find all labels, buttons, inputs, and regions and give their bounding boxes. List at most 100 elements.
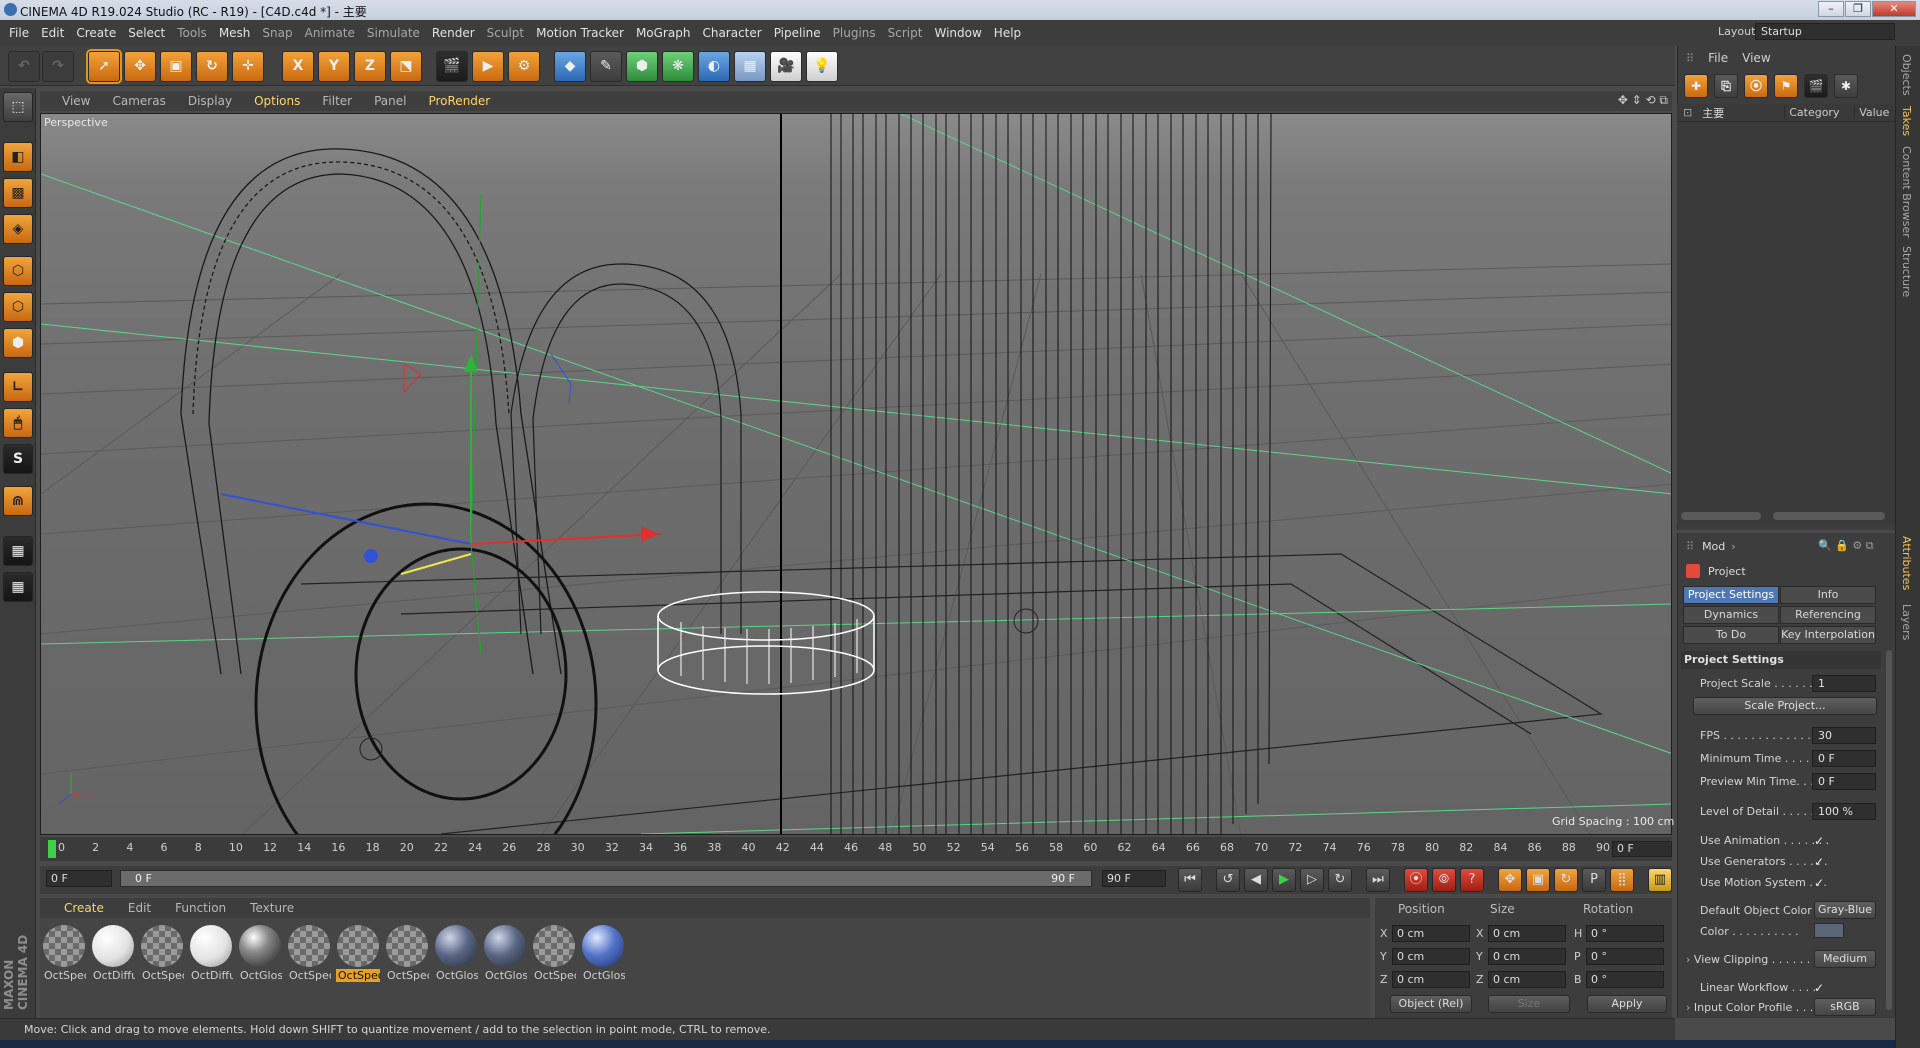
value-column-header[interactable]: Value (1854, 106, 1889, 119)
record-point-level-icon[interactable]: ⣿ (1610, 868, 1634, 892)
material-item[interactable]: OctSpec (140, 925, 184, 985)
coordinate-system-icon[interactable]: ⬔ (390, 51, 422, 82)
menu-motion-tracker[interactable]: Motion Tracker (536, 26, 624, 40)
planar-workplane-icon[interactable]: ▦ (3, 572, 33, 602)
viewport-menu-cameras[interactable]: Cameras (112, 94, 165, 108)
material-item[interactable]: OctGloss (581, 925, 625, 985)
material-item[interactable]: OctSpec (385, 925, 429, 985)
floor-icon[interactable]: ▦ (734, 51, 766, 82)
menu-tools[interactable]: Tools (177, 26, 207, 40)
layout-dropdown[interactable]: Startup (1755, 23, 1895, 40)
minimize-button[interactable]: – (1818, 1, 1844, 17)
menu-mesh[interactable]: Mesh (219, 26, 251, 40)
tab-referencing[interactable]: Referencing (1780, 606, 1876, 624)
material-item[interactable]: OctGloss (483, 925, 527, 985)
workplane-lock-icon[interactable]: ▦ (3, 536, 33, 566)
end-frame-field[interactable]: 90 F (1102, 870, 1166, 887)
tab-dynamics[interactable]: Dynamics (1683, 606, 1779, 624)
menu-plugins[interactable]: Plugins (833, 26, 876, 40)
take-auto-icon[interactable]: ⚑ (1774, 74, 1798, 98)
light-icon[interactable]: 💡 (806, 51, 838, 82)
take-lock-icon[interactable]: ✱ (1834, 74, 1858, 98)
take-add-icon[interactable]: ✚ (1684, 74, 1708, 98)
material-item[interactable]: OctSpec (532, 925, 576, 985)
material-item[interactable]: OctSpec (287, 925, 331, 985)
current-frame-field[interactable]: 0 F (1612, 841, 1672, 857)
tab-objects[interactable]: Objects (1900, 54, 1913, 96)
coordinate-field[interactable]: 0 cm (1392, 948, 1470, 965)
menu-mograph[interactable]: MoGraph (636, 26, 691, 40)
coordinate-field[interactable]: 0 ° (1586, 948, 1664, 965)
coordinate-field[interactable]: 0 cm (1392, 925, 1470, 942)
cloner-icon[interactable]: ❋ (662, 51, 694, 82)
material-item[interactable]: OctGloss (238, 925, 282, 985)
preview-min-time-field[interactable]: 0 F (1812, 773, 1876, 790)
attribute-mode-label[interactable]: Mod (1702, 540, 1725, 553)
make-editable-icon[interactable]: ⬚ (3, 92, 33, 122)
size-mode-dropdown[interactable]: Size (1488, 995, 1570, 1013)
menu-simulate[interactable]: Simulate (367, 26, 420, 40)
timeline-playhead[interactable] (48, 840, 56, 858)
category-column-header[interactable]: Category (1784, 106, 1854, 119)
viewport-menu-options[interactable]: Options (254, 94, 300, 108)
next-frame-icon[interactable]: ▷ (1300, 868, 1324, 892)
menu-file[interactable]: File (9, 26, 29, 40)
object-menu-file[interactable]: File (1708, 51, 1728, 65)
maximize-button[interactable]: ❐ (1845, 1, 1871, 17)
start-frame-field[interactable]: 0 F (46, 870, 112, 887)
menu-help[interactable]: Help (994, 26, 1021, 40)
go-to-end-icon[interactable]: ⏭ (1366, 868, 1390, 892)
render-picture-viewer-icon[interactable]: ▶ (472, 51, 504, 82)
subdivision-icon[interactable]: ⬢ (626, 51, 658, 82)
use-animation-checkbox[interactable]: ✓ (1814, 834, 1828, 848)
frame-range-slider[interactable]: 0 F 90 F (120, 870, 1092, 887)
level-of-detail-field[interactable]: 100 % (1812, 803, 1876, 820)
color-swatch[interactable] (1814, 923, 1844, 938)
snap-icon[interactable]: ⋒ (3, 486, 33, 516)
go-to-start-icon[interactable]: ⏮ (1178, 868, 1202, 892)
rotate-icon[interactable]: ↻ (196, 51, 228, 82)
apply-button[interactable]: Apply (1587, 995, 1667, 1013)
material-menu-function[interactable]: Function (175, 901, 226, 915)
menu-animate[interactable]: Animate (305, 26, 355, 40)
menu-render[interactable]: Render (432, 26, 475, 40)
viewport-menu-prorender[interactable]: ProRender (428, 94, 490, 108)
tweak-mode-icon[interactable]: 🖱 (3, 408, 33, 438)
menu-edit[interactable]: Edit (41, 26, 64, 40)
object-menu-view[interactable]: View (1742, 51, 1770, 65)
y-axis-icon[interactable]: Y (318, 51, 350, 82)
model-mode-icon[interactable]: ◧ (3, 142, 33, 172)
render-settings-icon[interactable]: ⚙ (508, 51, 540, 82)
tab-structure[interactable]: Structure (1900, 246, 1913, 297)
chevron-right-icon[interactable]: › (1731, 540, 1735, 553)
live-move-icon[interactable]: ✛ (232, 51, 264, 82)
input-color-profile-dropdown[interactable]: sRGB (1814, 998, 1876, 1016)
expand-arrow-icon[interactable]: › (1686, 953, 1694, 966)
horizontal-scrollbar-left[interactable] (1681, 512, 1761, 520)
axis-mode-icon[interactable]: ∟ (3, 372, 33, 402)
previous-key-icon[interactable]: ↺ (1216, 868, 1240, 892)
deformer-icon[interactable]: ◐ (698, 51, 730, 82)
perspective-viewport[interactable] (40, 113, 1672, 835)
tab-project-settings[interactable]: Project Settings (1683, 586, 1779, 604)
use-generators-checkbox[interactable]: ✓ (1814, 855, 1828, 869)
menu-script[interactable]: Script (888, 26, 923, 40)
redo-icon[interactable]: ↷ (42, 51, 74, 82)
linear-workflow-checkbox[interactable]: ✓ (1814, 981, 1828, 995)
x-axis-icon[interactable]: X (282, 51, 314, 82)
next-key-icon[interactable]: ↻ (1328, 868, 1352, 892)
coordinate-field[interactable]: 0 cm (1488, 925, 1566, 942)
material-menu-create[interactable]: Create (64, 901, 104, 915)
autokeying-icon[interactable]: ⦾ (1432, 868, 1456, 892)
tab-takes[interactable]: Takes (1900, 106, 1913, 136)
coordinate-field[interactable]: 0 cm (1488, 971, 1566, 988)
fps-field[interactable]: 30 (1812, 727, 1876, 744)
undo-icon[interactable]: ↶ (8, 51, 40, 82)
coordinate-field[interactable]: 0 ° (1586, 971, 1664, 988)
material-item[interactable]: OctSpec (336, 925, 380, 985)
select-icon[interactable]: ➚ (86, 49, 122, 84)
scale-project-button[interactable]: Scale Project... (1693, 697, 1877, 715)
viewport-menu-display[interactable]: Display (188, 94, 232, 108)
project-scale-field[interactable]: 1 (1812, 675, 1876, 692)
main-take-item[interactable]: 主要 (1702, 105, 1772, 121)
